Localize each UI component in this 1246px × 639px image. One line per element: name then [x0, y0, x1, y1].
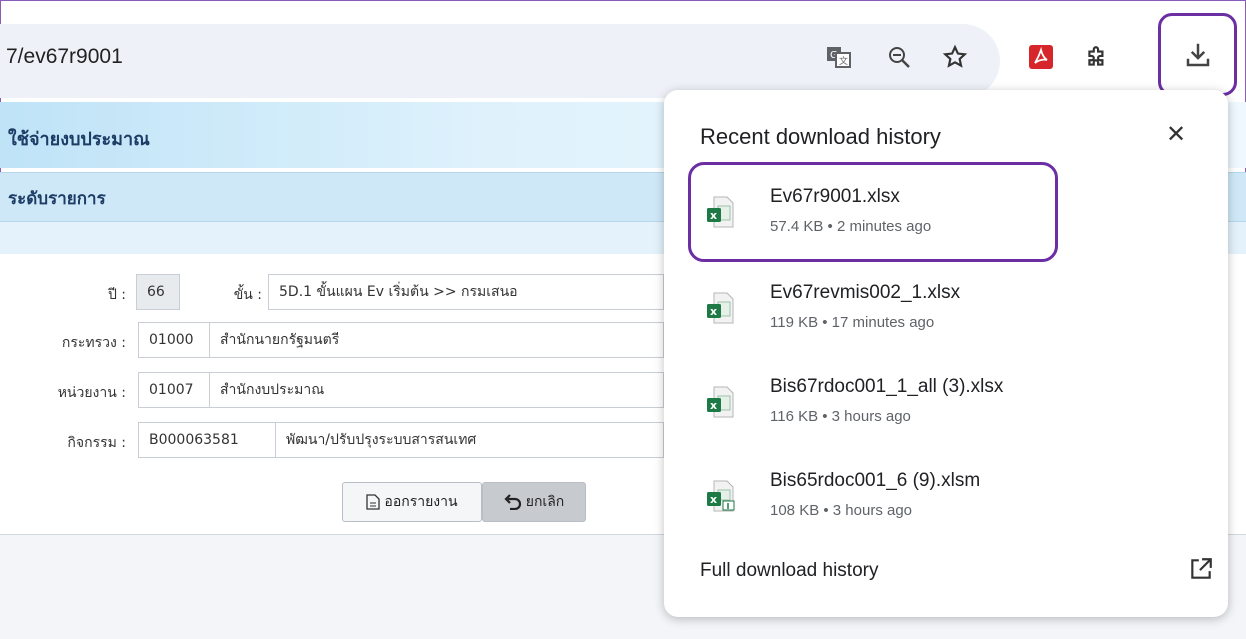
year-label: ปี : — [107, 287, 126, 303]
agency-label: หน่วยงาน : — [57, 385, 126, 401]
undo-icon — [504, 494, 521, 510]
zoom-out-icon[interactable] — [882, 40, 916, 74]
step-label: ขั้น : — [233, 287, 262, 303]
ministry-name-field[interactable]: สำนักนายกรัฐมนตรี — [209, 322, 664, 358]
acrobat-extension-icon[interactable] — [1024, 40, 1058, 74]
open-external-icon[interactable] — [1188, 556, 1214, 582]
activity-code-field[interactable]: B000063581 — [138, 422, 276, 458]
close-icon[interactable]: ✕ — [1164, 122, 1188, 146]
download-panel-title: Recent download history — [700, 124, 941, 149]
ministry-code-field[interactable]: 01000 — [138, 322, 210, 358]
svg-text:x: x — [710, 209, 717, 222]
activity-label: กิจกรรม : — [67, 435, 126, 451]
excel-file-icon: x — [707, 292, 734, 324]
excel-file-icon: x — [707, 386, 734, 418]
url-text[interactable]: 7/ev67r9001 — [6, 45, 123, 69]
extensions-puzzle-icon[interactable] — [1080, 40, 1114, 74]
download-meta: 57.4 KB • 2 minutes ago — [770, 218, 932, 235]
document-icon — [366, 494, 381, 510]
cancel-button[interactable]: ยกเลิก — [482, 482, 586, 522]
download-filename: Bis65rdoc001_6 (9).xlsm — [770, 470, 981, 491]
download-meta: 108 KB • 3 hours ago — [770, 502, 913, 519]
download-filename: Bis67rdoc001_1_all (3).xlsx — [770, 376, 1004, 397]
agency-code-field[interactable]: 01007 — [138, 372, 210, 408]
step-select[interactable]: 5D.1 ขั้นแผน Ev เริ่มต้น >> กรมเสนอ — [268, 274, 664, 310]
download-filename: Ev67revmis002_1.xlsx — [770, 282, 961, 303]
report-button-label: ออกรายงาน — [384, 494, 458, 510]
download-item[interactable]: x Ev67revmis002_1.xlsx 119 KB • 17 minut… — [690, 268, 1210, 348]
excel-file-icon: x — [707, 196, 734, 228]
bookmark-star-icon[interactable] — [938, 40, 972, 74]
cancel-button-label: ยกเลิก — [525, 494, 565, 510]
download-button[interactable] — [1158, 13, 1237, 96]
activity-name-field[interactable]: พัฒนา/ปรับปรุงระบบสารสนเทศ — [275, 422, 664, 458]
full-download-history-link[interactable]: Full download history — [700, 560, 878, 582]
download-item[interactable]: x Bis67rdoc001_1_all (3).xlsx 116 KB • 3… — [690, 362, 1210, 442]
download-filename: Ev67r9001.xlsx — [770, 186, 900, 207]
svg-text:x: x — [710, 305, 717, 318]
ministry-label: กระทรวง : — [61, 335, 126, 351]
download-icon — [1186, 43, 1209, 66]
download-meta: 116 KB • 3 hours ago — [770, 408, 911, 425]
download-item[interactable]: x Bis65rdoc001_6 (9).xlsm 108 KB • 3 hou… — [690, 456, 1210, 536]
section-title: ระดับรายการ — [8, 189, 106, 209]
download-item[interactable]: x Ev67r9001.xlsx 57.4 KB • 2 minutes ago — [690, 172, 1210, 252]
agency-name-field[interactable]: สำนักงบประมาณ — [209, 372, 664, 408]
excel-macro-file-icon: x — [707, 480, 735, 512]
download-meta: 119 KB • 17 minutes ago — [770, 314, 935, 331]
svg-text:文: 文 — [839, 55, 848, 67]
page-header-title: ใช้จ่ายงบประมาณ — [8, 129, 150, 150]
report-button[interactable]: ออกรายงาน — [342, 482, 482, 522]
svg-text:x: x — [710, 493, 717, 506]
translate-icon[interactable]: G文 — [822, 40, 856, 74]
svg-text:x: x — [710, 399, 717, 412]
